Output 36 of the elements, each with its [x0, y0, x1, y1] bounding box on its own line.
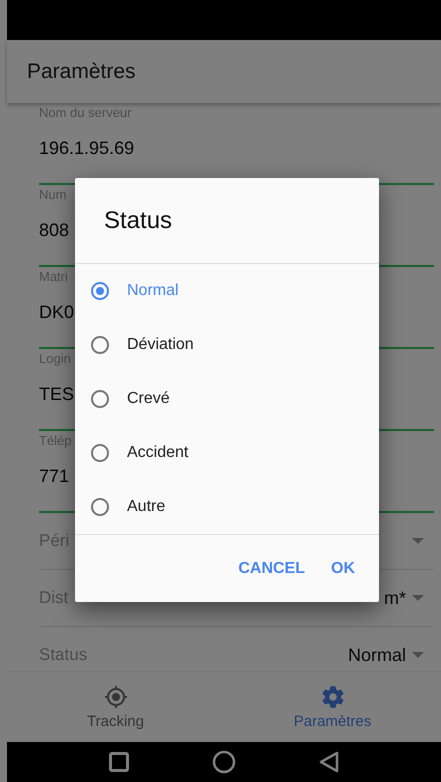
- option-label: Accident: [127, 444, 188, 462]
- field-value: m*: [384, 588, 406, 608]
- radio-button[interactable]: [91, 444, 109, 462]
- square-icon[interactable]: [108, 752, 129, 772]
- dialog-button[interactable]: CANCEL: [228, 552, 315, 586]
- field-value: 771: [39, 466, 70, 487]
- dropdown-caret-icon: [412, 652, 424, 658]
- settings-icon: [320, 684, 344, 708]
- dialog-button[interactable]: OK: [321, 552, 365, 586]
- option-label: Crevé: [127, 390, 170, 408]
- option-label: Normal: [127, 282, 179, 300]
- dropdown-caret-icon: [412, 595, 424, 601]
- field-value: 808: [39, 220, 70, 241]
- field-value: TES: [39, 384, 74, 405]
- radio-option[interactable]: Normal: [75, 264, 379, 318]
- radio-button[interactable]: [91, 498, 109, 516]
- home-icon[interactable]: [212, 750, 236, 774]
- radio-button[interactable]: [91, 390, 109, 408]
- app-title: Paramètres: [27, 60, 136, 84]
- radio-option[interactable]: Autre: [75, 480, 379, 534]
- radio-option[interactable]: Crevé: [75, 372, 379, 426]
- back-icon[interactable]: [319, 751, 340, 773]
- field-value: 196.1.95.69: [39, 138, 134, 159]
- nav-tab[interactable]: Tracking: [7, 672, 224, 742]
- radio-option[interactable]: Déviation: [75, 318, 379, 372]
- dialog-title: Status: [104, 206, 172, 234]
- nav-tab[interactable]: Paramètres: [224, 672, 441, 742]
- option-label: Déviation: [127, 336, 194, 354]
- target-icon: [104, 684, 128, 708]
- radio-option[interactable]: Accident: [75, 426, 379, 480]
- radio-button[interactable]: [91, 336, 109, 354]
- dropdown-caret-icon: [412, 538, 424, 544]
- radio-button[interactable]: [91, 282, 109, 300]
- option-label: Autre: [127, 498, 166, 516]
- field-value: Normal: [348, 644, 406, 666]
- field-value: DK0: [39, 302, 74, 323]
